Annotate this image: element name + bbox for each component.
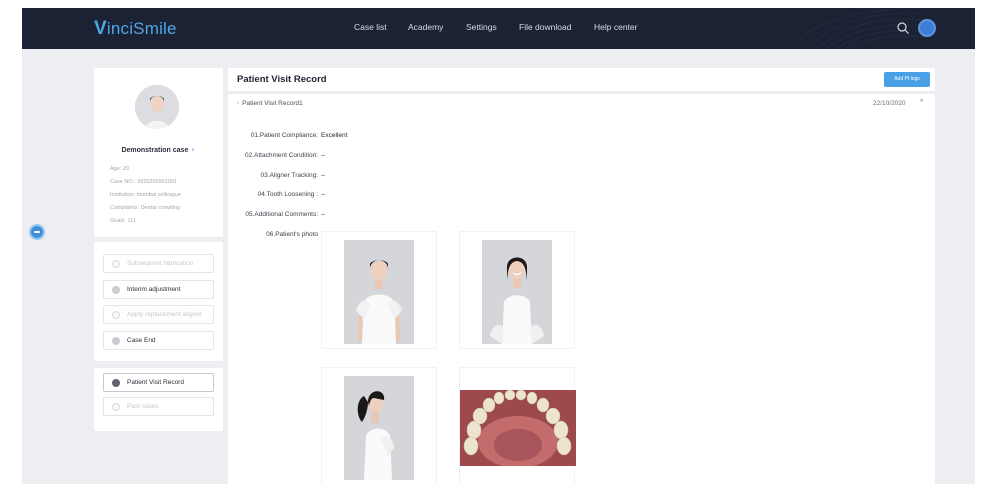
nav-case-list[interactable]: Case list: [354, 22, 387, 32]
visit-record-panel: › Patient Visit Record1 22/10/2020 ^ 01.P…: [228, 94, 935, 484]
patient-name-text: Demonstration case: [121, 147, 189, 154]
app-window: VinciSmile Case list Academy Settings Fi…: [22, 8, 975, 484]
field-value-comments: --: [321, 211, 326, 218]
patient-photo-frontal[interactable]: [321, 231, 437, 349]
apply-replacement-aligner-button[interactable]: Apply replacement aligner: [103, 305, 214, 324]
field-value-loosening: --: [321, 191, 326, 198]
patient-name: Demonstration case ♀: [94, 147, 223, 154]
chat-icon[interactable]: [29, 224, 45, 240]
patient-photo-smile[interactable]: [459, 231, 575, 349]
field-label-loosening: 04.Tooth Loosening :: [257, 191, 318, 198]
chevron-up-icon[interactable]: ^: [920, 99, 923, 106]
nav-help-center[interactable]: Help center: [594, 22, 637, 32]
record-title-text: Patient Visit Record1: [242, 100, 303, 107]
nav-academy[interactable]: Academy: [408, 22, 443, 32]
tab-label: Past cases: [127, 403, 159, 410]
subsequent-fabrication-button[interactable]: Subsequent fabrication: [103, 254, 214, 273]
person-icon: ♀: [190, 147, 196, 154]
field-value-tracking: --: [321, 172, 326, 179]
action-label: Case End: [127, 337, 156, 344]
patient-visit-record-tab[interactable]: Patient Visit Record: [103, 373, 214, 392]
case-end-button[interactable]: Case End: [103, 331, 214, 350]
chevron-right-icon: ›: [237, 100, 240, 107]
user-avatar[interactable]: [918, 19, 936, 37]
nav-settings[interactable]: Settings: [466, 22, 497, 32]
field-label-compliance: 01.Patient Compliance:: [250, 132, 318, 139]
nav-file-download[interactable]: File download: [519, 22, 571, 32]
action-label: Apply replacement aligner: [127, 311, 203, 318]
logo-initial: V: [94, 18, 107, 39]
field-label-tracking: 03.Aligner Tracking:: [260, 172, 318, 179]
logo-text: inciSmile: [106, 19, 177, 38]
field-label-attachment: 02.Attachment Condition:: [245, 152, 318, 159]
patient-case-no: Case NO.: 9920200901001: [110, 179, 177, 185]
tab-label: Patient Visit Record: [127, 379, 184, 386]
field-value-compliance: Excellent: [321, 132, 348, 139]
visit-record-header: Patient Visit Record Add Pt logs: [228, 68, 935, 91]
action-label: Subsequent fabrication: [127, 260, 194, 267]
record-date: 22/10/2020: [873, 100, 906, 107]
radio-icon: [112, 260, 120, 268]
action-label: Interim adjustment: [127, 286, 181, 293]
add-pt-logs-button[interactable]: Add Pt logs: [884, 72, 930, 87]
records-nav-card: Patient Visit Record Past cases: [94, 368, 223, 431]
page-title: Patient Visit Record: [237, 74, 327, 85]
patient-avatar: [135, 85, 179, 129]
patient-age: Age: 20: [110, 166, 129, 172]
radio-icon: [112, 286, 120, 294]
top-navbar: VinciSmile Case list Academy Settings Fi…: [22, 8, 975, 49]
past-cases-tab[interactable]: Past cases: [103, 397, 214, 416]
patient-complaints: Complaints: Dental crowding: [110, 205, 181, 211]
field-label-photo: 06.Patient's photo: [266, 231, 318, 238]
patient-profile-card: Demonstration case ♀ Age: 20 Case NO.: 9…: [94, 68, 223, 237]
patient-photo-occlusal[interactable]: [459, 367, 576, 484]
patient-institution: Institution: mumbai colleague: [110, 192, 182, 198]
radio-icon: [112, 311, 120, 319]
interim-adjustment-button[interactable]: Interim adjustment: [103, 280, 214, 299]
radio-icon: [112, 379, 120, 387]
brand-logo[interactable]: VinciSmile: [94, 18, 177, 40]
patient-photo-profile[interactable]: [321, 367, 437, 484]
patient-goals: Goals: 111: [110, 218, 136, 224]
case-actions-card: Subsequent fabrication Interim adjustmen…: [94, 242, 223, 361]
radio-icon: [112, 403, 120, 411]
field-label-comments: 05.Additional Comments:: [245, 211, 318, 218]
radio-icon: [112, 337, 120, 345]
search-icon[interactable]: [896, 21, 910, 35]
field-value-attachment: --: [321, 152, 326, 159]
record-title[interactable]: › Patient Visit Record1: [237, 100, 303, 107]
